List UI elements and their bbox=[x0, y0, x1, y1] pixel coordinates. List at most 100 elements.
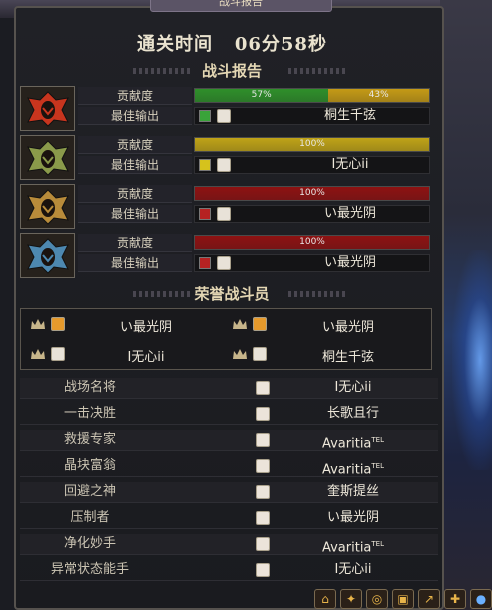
guild-tag: TEL bbox=[371, 462, 385, 470]
clear-time-value: 06分58秒 bbox=[234, 34, 327, 55]
best-output-cell: い最光阴 bbox=[194, 205, 430, 223]
contribution-bar: 100% bbox=[194, 235, 430, 250]
honor-member: I无心ii bbox=[31, 343, 221, 367]
award-winner-name: い最光阴 bbox=[326, 510, 379, 525]
expand-icon[interactable]: ✚ bbox=[444, 589, 466, 609]
wheel-icon[interactable]: ◎ bbox=[366, 589, 388, 609]
arrow-icon[interactable]: ↗ bbox=[418, 589, 440, 609]
best-output-label: 最佳输出 bbox=[78, 254, 192, 272]
award-title: 压制者 bbox=[70, 510, 110, 525]
contribution-segment: 43% bbox=[328, 89, 429, 102]
contribution-segment: 100% bbox=[195, 138, 429, 151]
honor-member-name: い最光阴 bbox=[119, 320, 172, 335]
white-hair-avatar bbox=[253, 347, 267, 361]
award-winner: I无心ii bbox=[278, 378, 428, 398]
award-winner: AvaritiaTEL bbox=[278, 430, 428, 454]
award-row: 异常状态能手 I无心ii bbox=[20, 560, 438, 581]
contribution-bar: 100% bbox=[194, 137, 430, 152]
award-title: 战场名将 bbox=[63, 380, 116, 395]
player-avatar bbox=[217, 256, 231, 270]
award-title: 异常状态能手 bbox=[50, 562, 129, 577]
best-output-name: い最光阴 bbox=[323, 255, 376, 270]
player-avatar bbox=[256, 485, 270, 499]
contribution-label: 贡献度 bbox=[78, 87, 192, 105]
player-avatar bbox=[256, 563, 270, 577]
best-output-label: 最佳输出 bbox=[78, 156, 192, 174]
award-row: 晶块富翁 AvaritiaTEL bbox=[20, 456, 438, 477]
award-winner-name: 长歌且行 bbox=[326, 406, 379, 421]
award-row: 一击决胜 长歌且行 bbox=[20, 404, 438, 425]
job-class-icon bbox=[199, 159, 211, 171]
award-title: 回避之神 bbox=[63, 484, 116, 499]
player-avatar bbox=[217, 207, 231, 221]
award-winner: 奎斯提丝 bbox=[278, 482, 428, 502]
award-winner: 长歌且行 bbox=[278, 404, 428, 424]
home-icon[interactable]: ⌂ bbox=[314, 589, 336, 609]
player-avatar bbox=[256, 511, 270, 525]
contribution-bar: 57% 43% bbox=[194, 88, 430, 103]
honor-box: い最光阴 い最光阴 I无心ii 桐生千弦 bbox=[20, 308, 432, 370]
best-output-name: い最光阴 bbox=[323, 206, 376, 221]
award-row: 战场名将 I无心ii bbox=[20, 378, 438, 399]
contribution-label: 贡献度 bbox=[78, 136, 192, 154]
honor-member: い最光阴 bbox=[31, 313, 221, 337]
window-title: 战斗报告 bbox=[150, 0, 332, 12]
best-output-name: I无心ii bbox=[331, 157, 369, 172]
award-winner-name: I无心ii bbox=[334, 562, 372, 577]
blue-spiked-mask-icon bbox=[20, 233, 75, 278]
award-winner-name: 奎斯提丝 bbox=[326, 484, 379, 499]
award-winner: い最光阴 bbox=[278, 508, 428, 528]
contribution-label: 贡献度 bbox=[78, 234, 192, 252]
battle-report-title: 战斗报告 bbox=[201, 62, 262, 80]
contribution-segment: 100% bbox=[195, 236, 429, 249]
contribution-segment: 100% bbox=[195, 187, 429, 200]
player-avatar bbox=[256, 381, 270, 395]
red-spiked-mask-icon bbox=[20, 86, 75, 131]
player-avatar bbox=[217, 109, 231, 123]
bottom-toolbar: ⌂ ✦ ◎ ▣ ↗ ✚ ● bbox=[252, 588, 492, 610]
award-title: 一击决胜 bbox=[63, 406, 116, 421]
crown-icon bbox=[31, 349, 45, 359]
gift-icon[interactable]: ✦ bbox=[340, 589, 362, 609]
award-winner: I无心ii bbox=[278, 560, 428, 580]
blue-orb-icon[interactable]: ● bbox=[470, 589, 492, 609]
crown-icon bbox=[233, 319, 247, 329]
award-winner: AvaritiaTEL bbox=[278, 456, 428, 480]
award-row: 压制者 い最光阴 bbox=[20, 508, 438, 529]
honor-member-name: 桐生千弦 bbox=[321, 350, 374, 365]
job-class-icon bbox=[199, 208, 211, 220]
award-title: 晶块富翁 bbox=[63, 458, 116, 473]
award-winner-name: Avaritia bbox=[321, 462, 372, 478]
best-output-cell: I无心ii bbox=[194, 156, 430, 174]
box-icon[interactable]: ▣ bbox=[392, 589, 414, 609]
contribution-label: 贡献度 bbox=[78, 185, 192, 203]
award-row: 救援专家 AvaritiaTEL bbox=[20, 430, 438, 451]
guild-tag: TEL bbox=[371, 436, 385, 444]
flame-hair-avatar bbox=[253, 317, 267, 331]
honor-member-name: い最光阴 bbox=[321, 320, 374, 335]
guild-tag: TEL bbox=[371, 540, 385, 548]
contribution-segment: 57% bbox=[195, 89, 329, 102]
award-winner-name: Avaritia bbox=[321, 436, 372, 452]
award-winner: AvaritiaTEL bbox=[278, 534, 428, 558]
white-hair-avatar bbox=[51, 347, 65, 361]
honor-member: い最光阴 bbox=[233, 313, 423, 337]
award-row: 净化妙手 AvaritiaTEL bbox=[20, 534, 438, 555]
honor-member-name: I无心ii bbox=[127, 350, 165, 365]
player-avatar bbox=[256, 459, 270, 473]
clear-time-label: 通关时间 bbox=[137, 34, 214, 55]
player-avatar bbox=[217, 158, 231, 172]
best-output-cell: い最光阴 bbox=[194, 254, 430, 272]
clear-time: 通关时间 06分58秒 bbox=[0, 30, 464, 56]
best-output-cell: 桐生千弦 bbox=[194, 107, 430, 125]
job-class-icon bbox=[199, 257, 211, 269]
flame-hair-avatar bbox=[51, 317, 65, 331]
honor-member: 桐生千弦 bbox=[233, 343, 423, 367]
best-output-label: 最佳输出 bbox=[78, 107, 192, 125]
gold-spiked-mask-icon bbox=[20, 184, 75, 229]
award-winner-name: Avaritia bbox=[321, 540, 372, 556]
contribution-bar: 100% bbox=[194, 186, 430, 201]
award-winner-name: I无心ii bbox=[334, 380, 372, 395]
best-output-label: 最佳输出 bbox=[78, 205, 192, 223]
player-avatar bbox=[256, 407, 270, 421]
